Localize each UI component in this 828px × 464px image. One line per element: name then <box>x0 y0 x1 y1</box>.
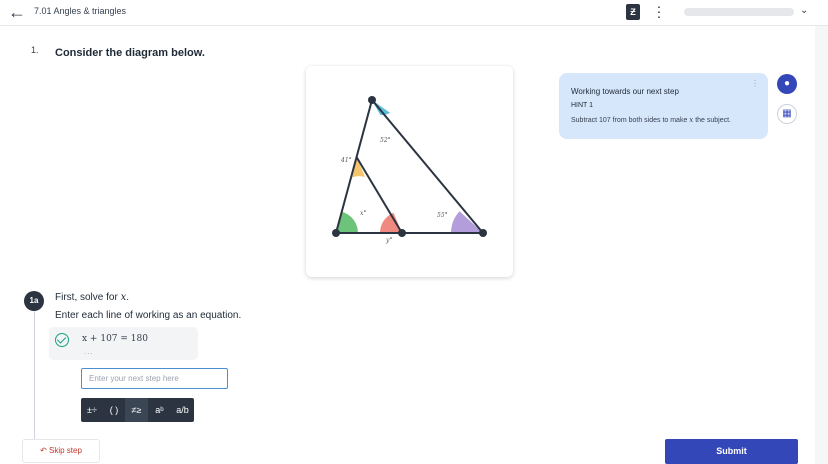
answer-line[interactable]: x + 107 = 180 ... <box>49 327 198 360</box>
workbook-icon[interactable]: Ƶ <box>626 4 640 20</box>
angle-label-top: 52° <box>380 137 391 144</box>
step-instruction: Enter each line of working as an equatio… <box>55 310 242 321</box>
brackets-key[interactable]: ( ) <box>103 398 125 422</box>
hint-label: HINT 1 <box>571 102 594 109</box>
answer-equation: x + 107 = 180 <box>82 334 148 344</box>
triangle-diagram: 52° 41° x° 55° y° <box>332 96 487 244</box>
lightbulb-icon[interactable]: ● <box>777 74 797 94</box>
vertex-bottom-right <box>479 229 487 237</box>
submit-button[interactable]: Submit <box>665 439 798 464</box>
chevron-down-icon[interactable]: ⌄ <box>800 5 808 16</box>
triangle-right-side <box>371 99 484 234</box>
hint-more-icon[interactable]: ⋮ <box>751 79 759 88</box>
book-icon[interactable]: ▦ <box>777 104 797 124</box>
step-title: First, solve for x. <box>55 292 129 303</box>
operators-key[interactable]: ±÷ <box>81 398 103 422</box>
skip-step-button[interactable]: ↶ Skip step <box>22 439 100 463</box>
more-vertical-icon[interactable]: · · · <box>655 0 663 23</box>
angle-label-bottom: y° <box>385 237 392 244</box>
step-badge: 1a <box>24 291 44 311</box>
vertex-inner <box>398 229 406 237</box>
hint-card: ⋮ Working towards our next step HINT 1 S… <box>559 73 768 139</box>
diagram-card: 52° 41° x° 55° y° <box>306 66 513 277</box>
triangle-left-side <box>335 99 373 234</box>
side-panel-strip <box>815 26 828 464</box>
question-prompt: Consider the diagram below. <box>55 47 205 59</box>
step-timeline <box>34 310 35 440</box>
next-step-input[interactable] <box>81 368 228 389</box>
hint-title: Working towards our next step <box>571 87 679 96</box>
fraction-key[interactable]: a/b <box>171 398 194 422</box>
question-number: 1. <box>31 45 39 55</box>
answer-more: ... <box>84 347 94 356</box>
breadcrumb[interactable]: 7.01 Angles & triangles <box>34 6 126 16</box>
triangle-cevian <box>355 156 403 234</box>
arrow-left-icon[interactable]: ← <box>8 3 28 21</box>
relations-key[interactable]: ≠≥ <box>125 398 148 422</box>
vertex-bottom-left <box>332 229 340 237</box>
math-keypad: ±÷ ( ) ≠≥ aᵇ a/b <box>81 398 194 422</box>
power-key[interactable]: aᵇ <box>148 398 171 422</box>
top-bar: ← 7.01 Angles & triangles Ƶ · · · ⌄ <box>0 0 828 26</box>
hint-body: Subtract 107 from both sides to make x t… <box>571 116 731 124</box>
vertex-top <box>368 96 376 104</box>
angle-label-inner: x° <box>360 210 366 217</box>
skip-icon: ↶ <box>40 446 50 455</box>
check-icon <box>55 333 69 347</box>
progress-bar <box>684 8 794 16</box>
angle-label-left: 41° <box>340 157 352 164</box>
angle-label-right: 55° <box>437 212 448 219</box>
